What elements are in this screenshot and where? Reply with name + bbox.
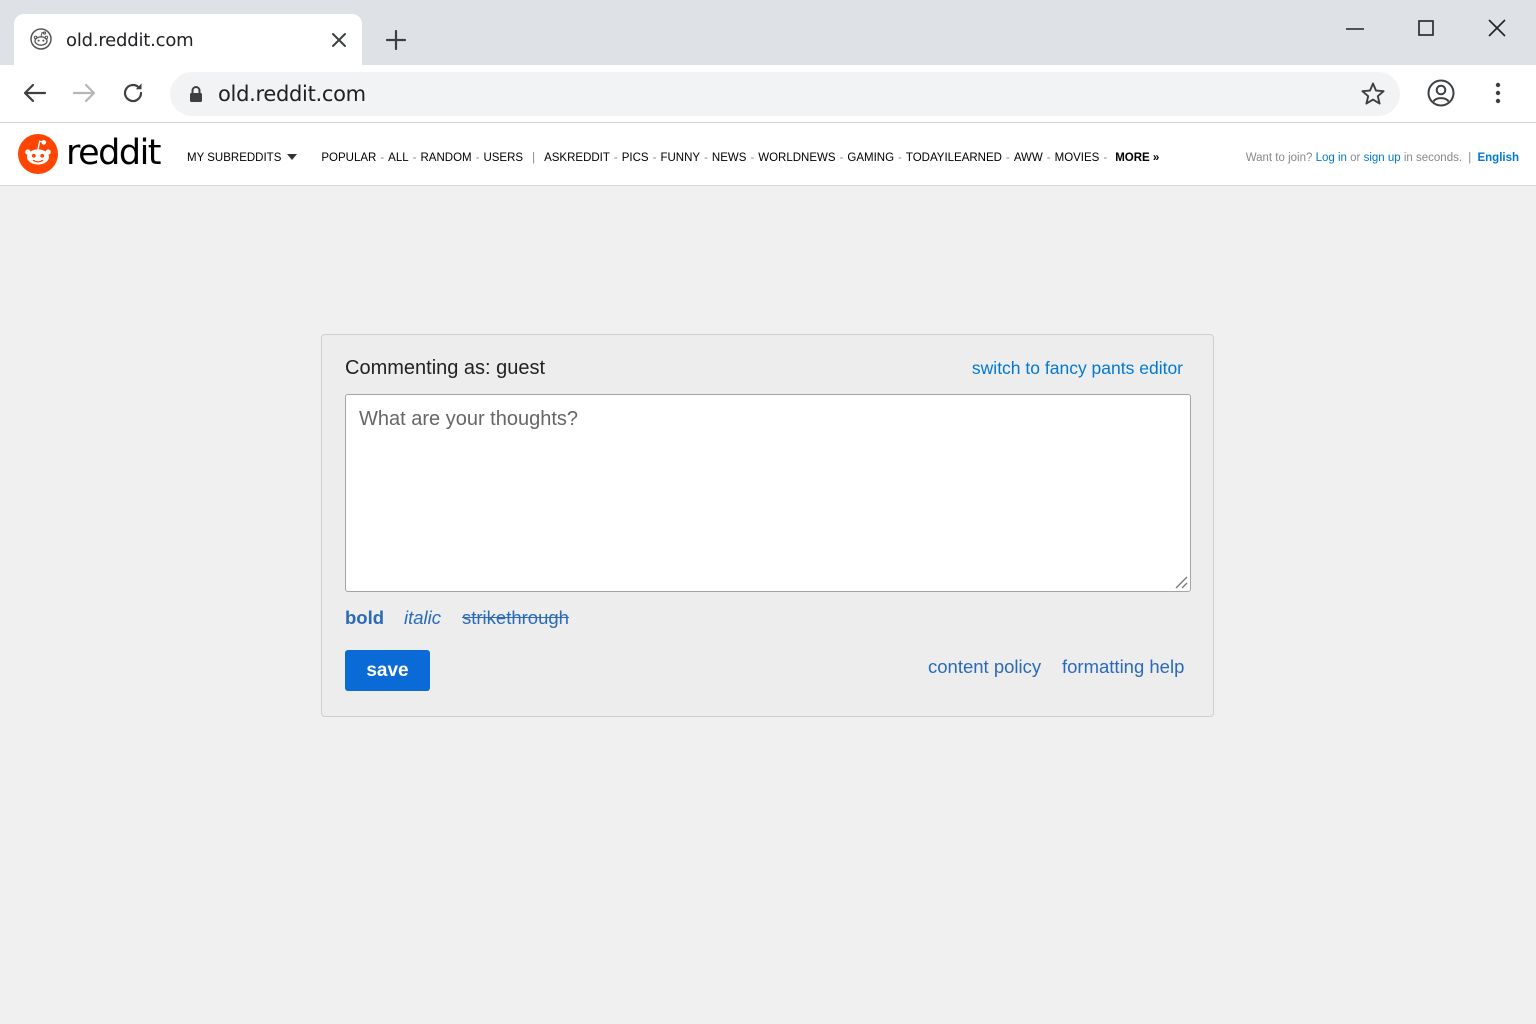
new-tab-icon[interactable]: [384, 28, 408, 52]
language-link[interactable]: English: [1477, 152, 1519, 164]
sr-link-pics[interactable]: PICS: [622, 152, 649, 164]
sr-separator: -: [898, 152, 902, 164]
close-tab-icon[interactable]: [328, 29, 350, 51]
close-window-icon[interactable]: [1484, 16, 1510, 42]
sign-up-link[interactable]: sign up: [1364, 152, 1401, 164]
bold-format-button[interactable]: bold: [345, 607, 384, 629]
address-bar[interactable]: old.reddit.com: [170, 72, 1400, 116]
sr-separator: -: [750, 152, 755, 164]
bookmark-star-icon[interactable]: [1360, 81, 1386, 107]
log-in-link[interactable]: Log in: [1316, 152, 1347, 164]
sr-separator: -: [652, 152, 657, 164]
sr-separator: -: [1046, 152, 1051, 164]
comment-textarea[interactable]: [345, 394, 1191, 592]
sr-link-aww[interactable]: AWW: [1014, 152, 1043, 164]
formatting-help-link[interactable]: formatting help: [1062, 656, 1184, 678]
browser-tabstrip: old.reddit.com: [0, 0, 1536, 65]
subreddit-bar: MY SUBREDDITS POPULAR - ALL - RANDOM - USERS | AS…: [187, 152, 1159, 164]
reload-icon[interactable]: [119, 79, 147, 107]
minimize-icon[interactable]: [1342, 16, 1368, 42]
sr-link-gaming[interactable]: GAMING: [847, 152, 894, 164]
sr-link-worldnews[interactable]: WORLDNEWS: [758, 152, 835, 164]
sr-separator: -: [704, 152, 708, 164]
sr-link-random[interactable]: RANDOM: [420, 152, 471, 164]
sr-separator: -: [380, 152, 385, 164]
user-bar-separator: |: [1468, 152, 1472, 164]
sr-separator: -: [475, 152, 480, 164]
maximize-icon[interactable]: [1413, 16, 1439, 42]
sr-link-users[interactable]: USERS: [483, 152, 523, 164]
reddit-header: reddit MY SUBREDDITS POPULAR - ALL - RANDOM - U…: [0, 123, 1536, 186]
save-button[interactable]: save: [345, 650, 430, 691]
sr-separator: -: [839, 152, 844, 164]
strikethrough-format-button[interactable]: strikethrough: [462, 607, 569, 629]
want-to-join-text: Want to join?: [1245, 152, 1313, 164]
more-subreddits-link[interactable]: MORE »: [1115, 152, 1159, 164]
fancy-editor-link[interactable]: switch to fancy pants editor: [972, 358, 1183, 379]
sr-separator: -: [1005, 152, 1010, 164]
reddit-wordmark[interactable]: reddit: [66, 133, 162, 173]
sr-link-movies[interactable]: MOVIES: [1055, 152, 1100, 164]
commenting-as-label: Commenting as: guest: [345, 357, 546, 379]
snoo-logo-icon[interactable]: [17, 133, 59, 175]
sr-separator: -: [1103, 152, 1108, 164]
tab-title: old.reddit.com: [66, 30, 194, 51]
url-text: old.reddit.com: [218, 82, 366, 106]
forward-arrow-icon[interactable]: [70, 79, 98, 107]
sr-link-askreddit[interactable]: ASKREDDIT: [544, 152, 610, 164]
sr-separator: -: [412, 152, 417, 164]
italic-format-button[interactable]: italic: [404, 607, 441, 629]
sr-link-popular[interactable]: POPULAR: [321, 152, 376, 164]
dropdown-caret-icon[interactable]: [287, 154, 298, 160]
in-seconds-text: in seconds.: [1403, 152, 1463, 164]
content-policy-link[interactable]: content policy: [928, 656, 1041, 678]
or-text: or: [1350, 152, 1361, 164]
sr-separator: -: [613, 152, 618, 164]
comment-form: Commenting as: guest switch to fancy pan…: [321, 334, 1214, 717]
user-bar: Want to join? Log in or sign up in secon…: [1246, 152, 1519, 164]
profile-icon[interactable]: [1426, 78, 1456, 108]
my-subreddits-dropdown[interactable]: MY SUBREDDITS: [187, 152, 281, 164]
sr-link-news[interactable]: NEWS: [712, 152, 747, 164]
sr-link-all[interactable]: ALL: [388, 152, 408, 164]
browser-toolbar: old.reddit.com: [0, 65, 1536, 123]
lock-icon: [190, 86, 202, 102]
back-arrow-icon[interactable]: [21, 79, 49, 107]
browser-tab[interactable]: old.reddit.com: [14, 14, 362, 65]
sr-pipe-separator: |: [532, 152, 536, 164]
more-vert-icon[interactable]: [1486, 79, 1510, 107]
reddit-favicon-icon: [30, 28, 52, 50]
sr-link-todayilearned[interactable]: TODAYILEARNED: [906, 152, 1002, 164]
sr-link-funny[interactable]: FUNNY: [660, 152, 700, 164]
